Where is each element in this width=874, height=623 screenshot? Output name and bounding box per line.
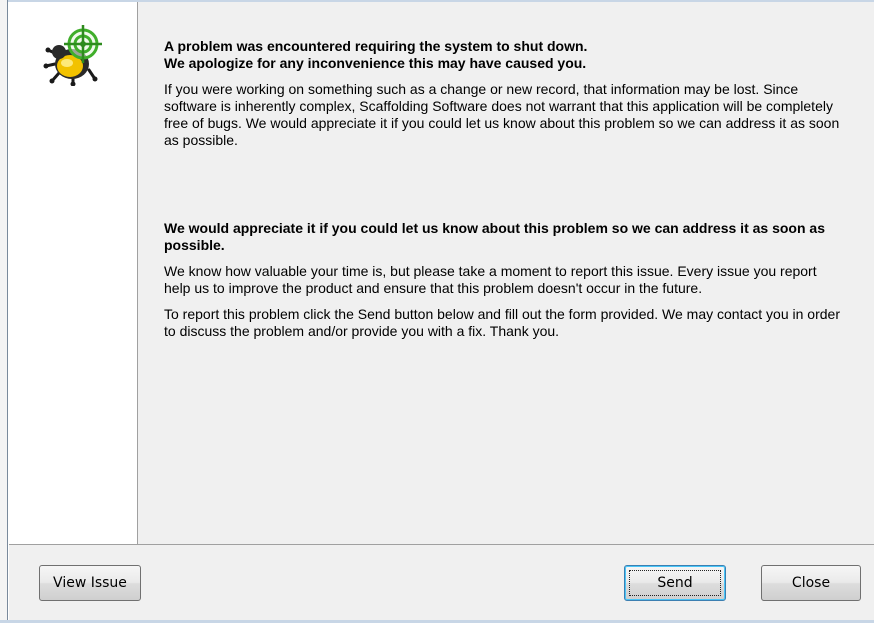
close-button[interactable]: Close [761, 565, 861, 601]
button-bar: View Issue Send Close [9, 545, 874, 620]
bug-target-icon [43, 25, 102, 86]
send-button[interactable]: Send [624, 565, 726, 601]
window-frame-left [0, 0, 8, 623]
message-area: A problem was encountered requiring the … [164, 38, 844, 340]
close-label: Close [791, 575, 831, 591]
error-report-dialog: A problem was encountered requiring the … [9, 2, 874, 620]
send-label: Send [657, 575, 693, 591]
report-instructions: To report this problem click the Send bu… [164, 306, 840, 339]
view-issue-button[interactable]: View Issue [39, 565, 141, 601]
error-heading: A problem was encountered requiring the … [164, 38, 588, 71]
report-request-heading: We would appreciate it if you could let … [164, 220, 825, 253]
report-explanation: We know how valuable your time is, but p… [164, 263, 817, 296]
icon-panel [9, 2, 138, 544]
view-issue-label: View Issue [53, 575, 127, 591]
error-description: If you were working on something such as… [164, 81, 840, 148]
